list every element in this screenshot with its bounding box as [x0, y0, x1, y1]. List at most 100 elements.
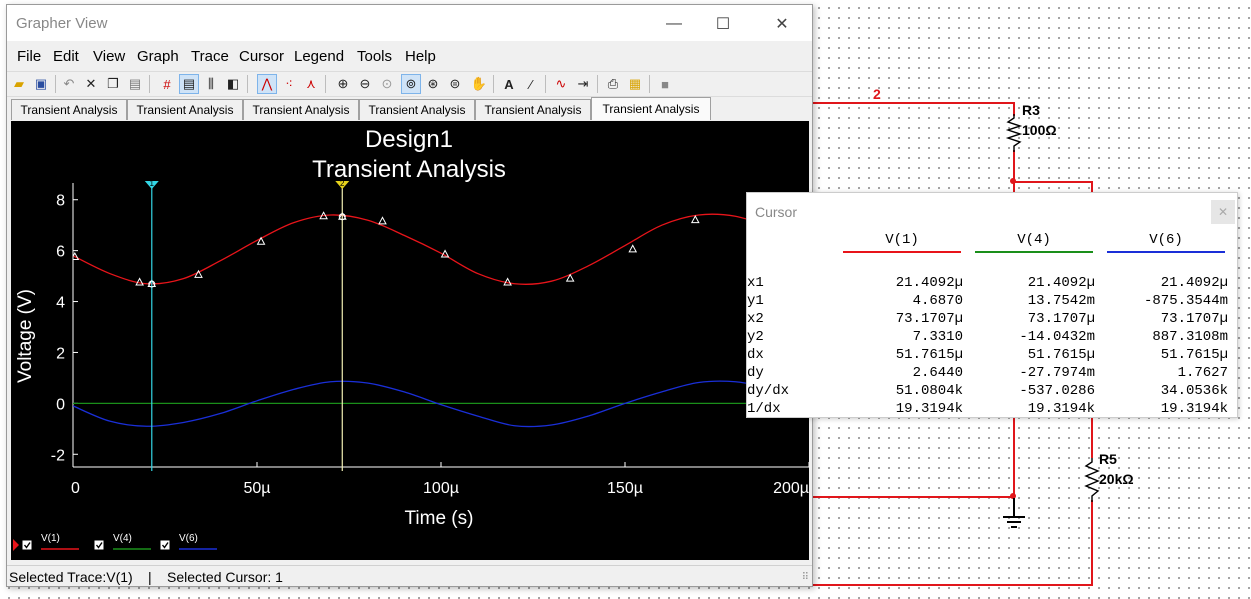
label-icon[interactable]: ⁄ [521, 74, 541, 94]
cursor-value-cell: -875.3544m [1143, 293, 1228, 309]
print-preview-icon[interactable]: ▦ [625, 74, 645, 94]
cursor-value-cell: 21.4092µ [1160, 275, 1228, 291]
maximize-button[interactable]: ☐ [700, 11, 746, 37]
zoom-y-icon[interactable]: ⊜ [445, 74, 465, 94]
y-tick-label: 4 [56, 295, 65, 312]
r3-name-label: R3 [1022, 102, 1040, 118]
print-icon[interactable]: ⎙ [603, 74, 623, 94]
cursor-value-cell: 887.3108m [1152, 329, 1228, 345]
title-bar[interactable]: Grapher View — ☐ ✕ [7, 5, 812, 41]
menu-legend[interactable]: Legend [294, 48, 344, 65]
menu-cursor[interactable]: Cursor [239, 48, 284, 65]
x-tick-label: 50µ [243, 480, 270, 497]
y-tick-label: 8 [56, 193, 65, 210]
zoom-out-icon[interactable]: ⊖ [355, 74, 375, 94]
tab-transient-analysis[interactable]: Transient Analysis [359, 99, 475, 120]
zoom-fit-icon[interactable]: ⊙ [377, 74, 397, 94]
undo-icon[interactable]: ↶ [59, 74, 79, 94]
toolbar-separator [55, 75, 56, 93]
menu-tools[interactable]: Tools [357, 48, 392, 65]
cursor-value-cell: 21.4092µ [895, 275, 963, 291]
selected-trace-status: Selected Trace:V(1) [9, 569, 133, 585]
menu-file[interactable]: File [17, 48, 41, 65]
menu-help[interactable]: Help [405, 48, 436, 65]
plot-area[interactable]: Design1 Transient Analysis Voltage (V) T… [11, 121, 810, 560]
close-button[interactable]: ✕ [759, 11, 805, 37]
close-icon[interactable]: ✕ [1211, 200, 1235, 224]
open-icon[interactable]: ▰ [9, 74, 29, 94]
cursor-value-cell: 13.7542m [1027, 293, 1095, 309]
menu-edit[interactable]: Edit [53, 48, 79, 65]
toolbar-separator [247, 75, 248, 93]
cut-icon[interactable]: ✕ [81, 74, 101, 94]
toolbar-separator [149, 75, 150, 93]
cursor-row-label: y1 [747, 293, 764, 309]
legend-label: V(1) [41, 533, 60, 544]
cursors-icon[interactable]: ⫼ [201, 74, 221, 94]
menu-view[interactable]: View [93, 48, 125, 65]
dots-trace-icon[interactable]: ⁖ [279, 74, 299, 94]
cursor-row-label: dy/dx [747, 383, 790, 399]
cursor-value-cell: 19.3194k [895, 401, 963, 417]
wire-r3-right[interactable] [1013, 181, 1093, 183]
cursor-value-cell: 51.0804k [895, 383, 963, 399]
legend-label: V(4) [113, 533, 132, 544]
legend-label: V(6) [179, 533, 198, 544]
wire-bottom-node[interactable] [812, 496, 1014, 498]
cursor-value-cell: 19.3194k [1160, 401, 1228, 417]
copy-icon[interactable]: ❐ [103, 74, 123, 94]
cursor-value-cell: 51.7615µ [895, 347, 963, 363]
stop-icon[interactable]: ■ [655, 74, 675, 94]
grapher-window[interactable]: Grapher View — ☐ ✕ File Edit View Graph … [6, 4, 813, 587]
legend-icon[interactable]: ▤ [179, 74, 199, 94]
compare-icon[interactable]: ∿ [551, 74, 571, 94]
tab-transient-analysis[interactable]: Transient Analysis [11, 99, 127, 120]
cursor-value-cell: 2.6440 [912, 365, 963, 381]
tab-transient-analysis-active[interactable]: Transient Analysis [591, 97, 711, 120]
wire-r5-bottom[interactable] [1091, 500, 1093, 586]
x-tick-label: 100µ [423, 480, 459, 497]
wire-right-top[interactable] [1091, 181, 1093, 192]
toolbar: ▰ ▣ ↶ ✕ ❐ ▤ # ▤ ⫼ ◧ ⋀ ⁖ ⋏ ⊕ ⊖ ⊙ ⊚ ⊛ ⊜ ✋ … [7, 71, 812, 97]
zoom-in-icon[interactable]: ⊕ [333, 74, 353, 94]
zoom-x-icon[interactable]: ⊛ [423, 74, 443, 94]
export-icon[interactable]: ⇥ [573, 74, 593, 94]
resistor-r3-icon[interactable] [1005, 114, 1023, 152]
paste-icon[interactable]: ▤ [125, 74, 145, 94]
tab-transient-analysis[interactable]: Transient Analysis [127, 99, 243, 120]
tab-transient-analysis[interactable]: Transient Analysis [475, 99, 591, 120]
column-underline [1107, 251, 1225, 253]
y-axis-label: Voltage (V) [15, 289, 36, 383]
cursor-value-cell: 34.0536k [1160, 383, 1228, 399]
overlay-icon[interactable]: ◧ [223, 74, 243, 94]
ground-icon [1003, 516, 1025, 518]
wire-r5-top[interactable] [1091, 418, 1093, 458]
cursor-value-cell: 1.7627 [1177, 365, 1228, 381]
line-dots-trace-icon[interactable]: ⋏ [301, 74, 321, 94]
ground-icon [1007, 521, 1021, 523]
tab-transient-analysis[interactable]: Transient Analysis [243, 99, 359, 120]
resize-grip-icon[interactable]: ⠿ [802, 572, 809, 583]
save-icon[interactable]: ▣ [31, 74, 51, 94]
cursor-value-cell: -27.7974m [1019, 365, 1095, 381]
menu-graph[interactable]: Graph [137, 48, 179, 65]
line-trace-icon[interactable]: ⋀ [257, 74, 277, 94]
chart-svg[interactable]: Design1 Transient Analysis Voltage (V) T… [11, 121, 810, 560]
cursor-row-label: dy [747, 365, 764, 381]
cursor-panel[interactable]: Cursor ✕ V(1) V(4) V(6) x1 21.4092µ 21.409… [746, 192, 1238, 418]
minimize-button[interactable]: — [651, 11, 697, 37]
toolbar-separator [545, 75, 546, 93]
grid-icon[interactable]: # [157, 74, 177, 94]
menu-trace[interactable]: Trace [191, 48, 229, 65]
wire-r3-bottom[interactable] [1013, 150, 1015, 192]
zoom-area-icon[interactable]: ⊚ [401, 74, 421, 94]
ground-wire [1013, 498, 1015, 516]
text-icon[interactable]: A [499, 74, 519, 94]
wire-node-2[interactable] [812, 102, 1014, 104]
wire-ground-branch[interactable] [1013, 418, 1015, 498]
node-label: 2 [873, 86, 881, 102]
toolbar-separator [493, 75, 494, 93]
pan-hand-icon[interactable]: ✋ [469, 74, 489, 94]
toolbar-separator [649, 75, 650, 93]
r5-name-label: R5 [1099, 451, 1117, 467]
